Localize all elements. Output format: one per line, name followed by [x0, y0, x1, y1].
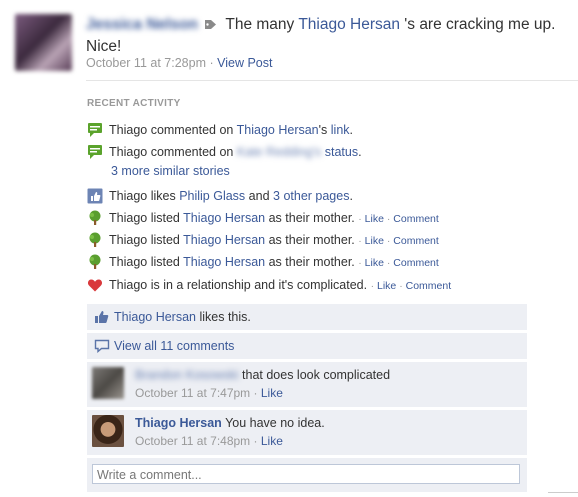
like-thumb-icon	[87, 188, 103, 204]
activity-text: Thiago is in a relationship and it's com…	[109, 278, 368, 292]
recent-activity-title: RECENT ACTIVITY	[87, 98, 181, 109]
separator: ·	[358, 235, 362, 247]
liker-link[interactable]: Thiago Hersan	[114, 310, 196, 324]
separator: ·	[386, 213, 391, 225]
user-link[interactable]: Thiago Hersan	[183, 211, 265, 225]
comment-meta: October 11 at 7:47pm · Like	[135, 386, 283, 400]
family-tree-icon	[89, 254, 101, 269]
comment-link[interactable]: Comment	[393, 213, 439, 225]
family-tree-icon	[89, 232, 101, 247]
like-link[interactable]: Like	[365, 235, 384, 247]
activity-text-end: as their mother.	[268, 233, 355, 247]
activity-text: Thiago listed	[109, 233, 180, 247]
separator: ·	[370, 280, 375, 292]
activity-text: Thiago commented on	[109, 123, 234, 137]
comment: Thiago Hersan You have no idea. October …	[87, 410, 527, 455]
tag-icon	[205, 20, 217, 29]
divider	[548, 492, 578, 493]
user-link[interactable]: Thiago Hersan	[237, 123, 319, 137]
author-name[interactable]: Jessica Nelson	[86, 16, 198, 33]
author-avatar[interactable]	[15, 14, 72, 71]
view-post-link[interactable]: View Post	[217, 56, 272, 70]
divider	[86, 80, 578, 81]
comment-bubble-icon	[88, 145, 102, 159]
hidden-user-link[interactable]: Kate Redding's	[237, 145, 321, 159]
comment-icon	[94, 339, 110, 353]
comment-meta: October 11 at 7:48pm · Like	[135, 434, 283, 448]
page-link[interactable]: Philip Glass	[179, 189, 245, 203]
write-comment-row: Write a comment...	[87, 458, 527, 492]
activity-text-end: as their mother.	[268, 255, 355, 269]
family-tree-icon	[89, 210, 101, 225]
activity-text: Thiago listed	[109, 211, 180, 225]
commenter-avatar[interactable]	[92, 415, 124, 447]
thumbs-up-icon	[95, 311, 109, 323]
link-link[interactable]: link	[331, 123, 350, 137]
comment-text: You have no idea.	[225, 416, 325, 430]
punct: .	[349, 123, 354, 137]
user-link[interactable]: Thiago Hersan	[183, 233, 265, 247]
like-link[interactable]: Like	[365, 213, 384, 225]
comment-timestamp[interactable]: October 11 at 7:47pm	[135, 386, 250, 400]
separator: ·	[358, 213, 362, 225]
story-text: The many	[225, 16, 295, 33]
view-all-comments-link[interactable]: View all 11 comments	[114, 339, 234, 353]
story-timestamp[interactable]: October 11 at 7:28pm	[86, 56, 206, 70]
story-message: Jessica Nelson The many Thiago Hersan 's…	[86, 14, 566, 58]
punct: .	[349, 189, 353, 203]
like-link[interactable]: Like	[365, 257, 384, 269]
tagged-user-link[interactable]: Thiago Hersan	[298, 16, 400, 33]
comment-link[interactable]: Comment	[406, 280, 452, 292]
write-comment-input[interactable]: Write a comment...	[92, 464, 520, 484]
status-link[interactable]: status	[325, 145, 358, 159]
commenter-name[interactable]: Thiago Hersan	[135, 416, 222, 430]
punct: .	[358, 145, 362, 159]
comment-bubble-icon	[88, 123, 102, 137]
comment-like-link[interactable]: Like	[261, 434, 283, 448]
activity-text-end: as their mother.	[268, 211, 355, 225]
likes-text: likes this.	[199, 310, 251, 324]
separator: ·	[386, 257, 391, 269]
activity-text: Thiago likes	[109, 189, 176, 203]
story-meta: October 11 at 7:28pm · View Post	[86, 56, 273, 70]
commenter-name[interactable]: Brandon Kosowski	[135, 368, 239, 382]
comment-link[interactable]: Comment	[393, 235, 439, 247]
likes-row: Thiago Hersan likes this.	[87, 304, 527, 330]
comment-timestamp[interactable]: October 11 at 7:48pm	[135, 434, 250, 448]
comment-link[interactable]: Comment	[393, 257, 439, 269]
comment-like-link[interactable]: Like	[261, 386, 283, 400]
view-all-comments-row[interactable]: View all 11 comments	[87, 333, 527, 359]
story: Jessica Nelson The many Thiago Hersan 's…	[0, 0, 578, 84]
separator: ·	[358, 257, 362, 269]
commenter-avatar[interactable]	[92, 367, 124, 399]
activity-text: Thiago commented on	[109, 145, 234, 159]
activity-text: Thiago listed	[109, 255, 180, 269]
other-pages-link[interactable]: 3 other pages	[273, 189, 349, 203]
comment: Brandon Kosowski that does look complica…	[87, 362, 527, 407]
like-link[interactable]: Like	[377, 280, 396, 292]
user-link[interactable]: Thiago Hersan	[183, 255, 265, 269]
comment-body: Thiago Hersan You have no idea.	[135, 416, 325, 430]
separator: ·	[386, 235, 391, 247]
comment-text: that does look complicated	[242, 368, 391, 382]
conjunction: and	[248, 189, 270, 203]
comment-body: Brandon Kosowski that does look complica…	[135, 368, 390, 382]
possessive: 's	[318, 123, 328, 137]
separator: ·	[399, 280, 403, 292]
more-similar-stories-link[interactable]: 3 more similar stories	[111, 162, 230, 180]
heart-icon	[87, 279, 103, 292]
